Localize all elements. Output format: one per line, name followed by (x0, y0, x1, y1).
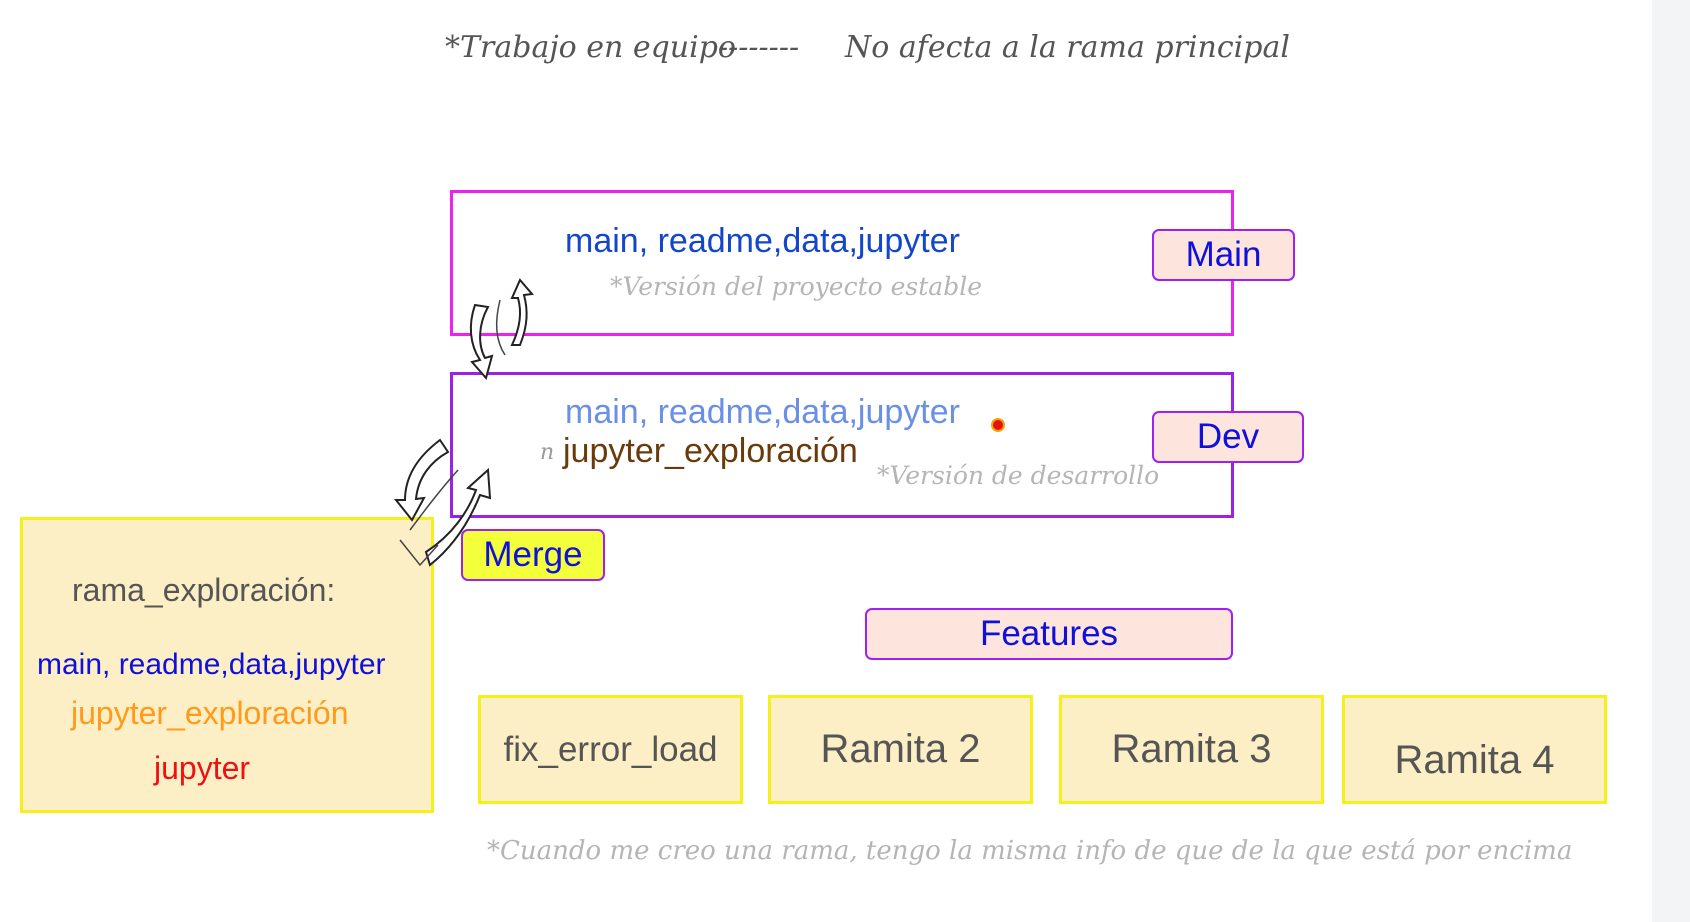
merge-arrows (393, 278, 534, 567)
main-dev-sync-arrows-icon (469, 278, 534, 381)
dev-exploration-sync-arrows-icon (393, 438, 492, 567)
